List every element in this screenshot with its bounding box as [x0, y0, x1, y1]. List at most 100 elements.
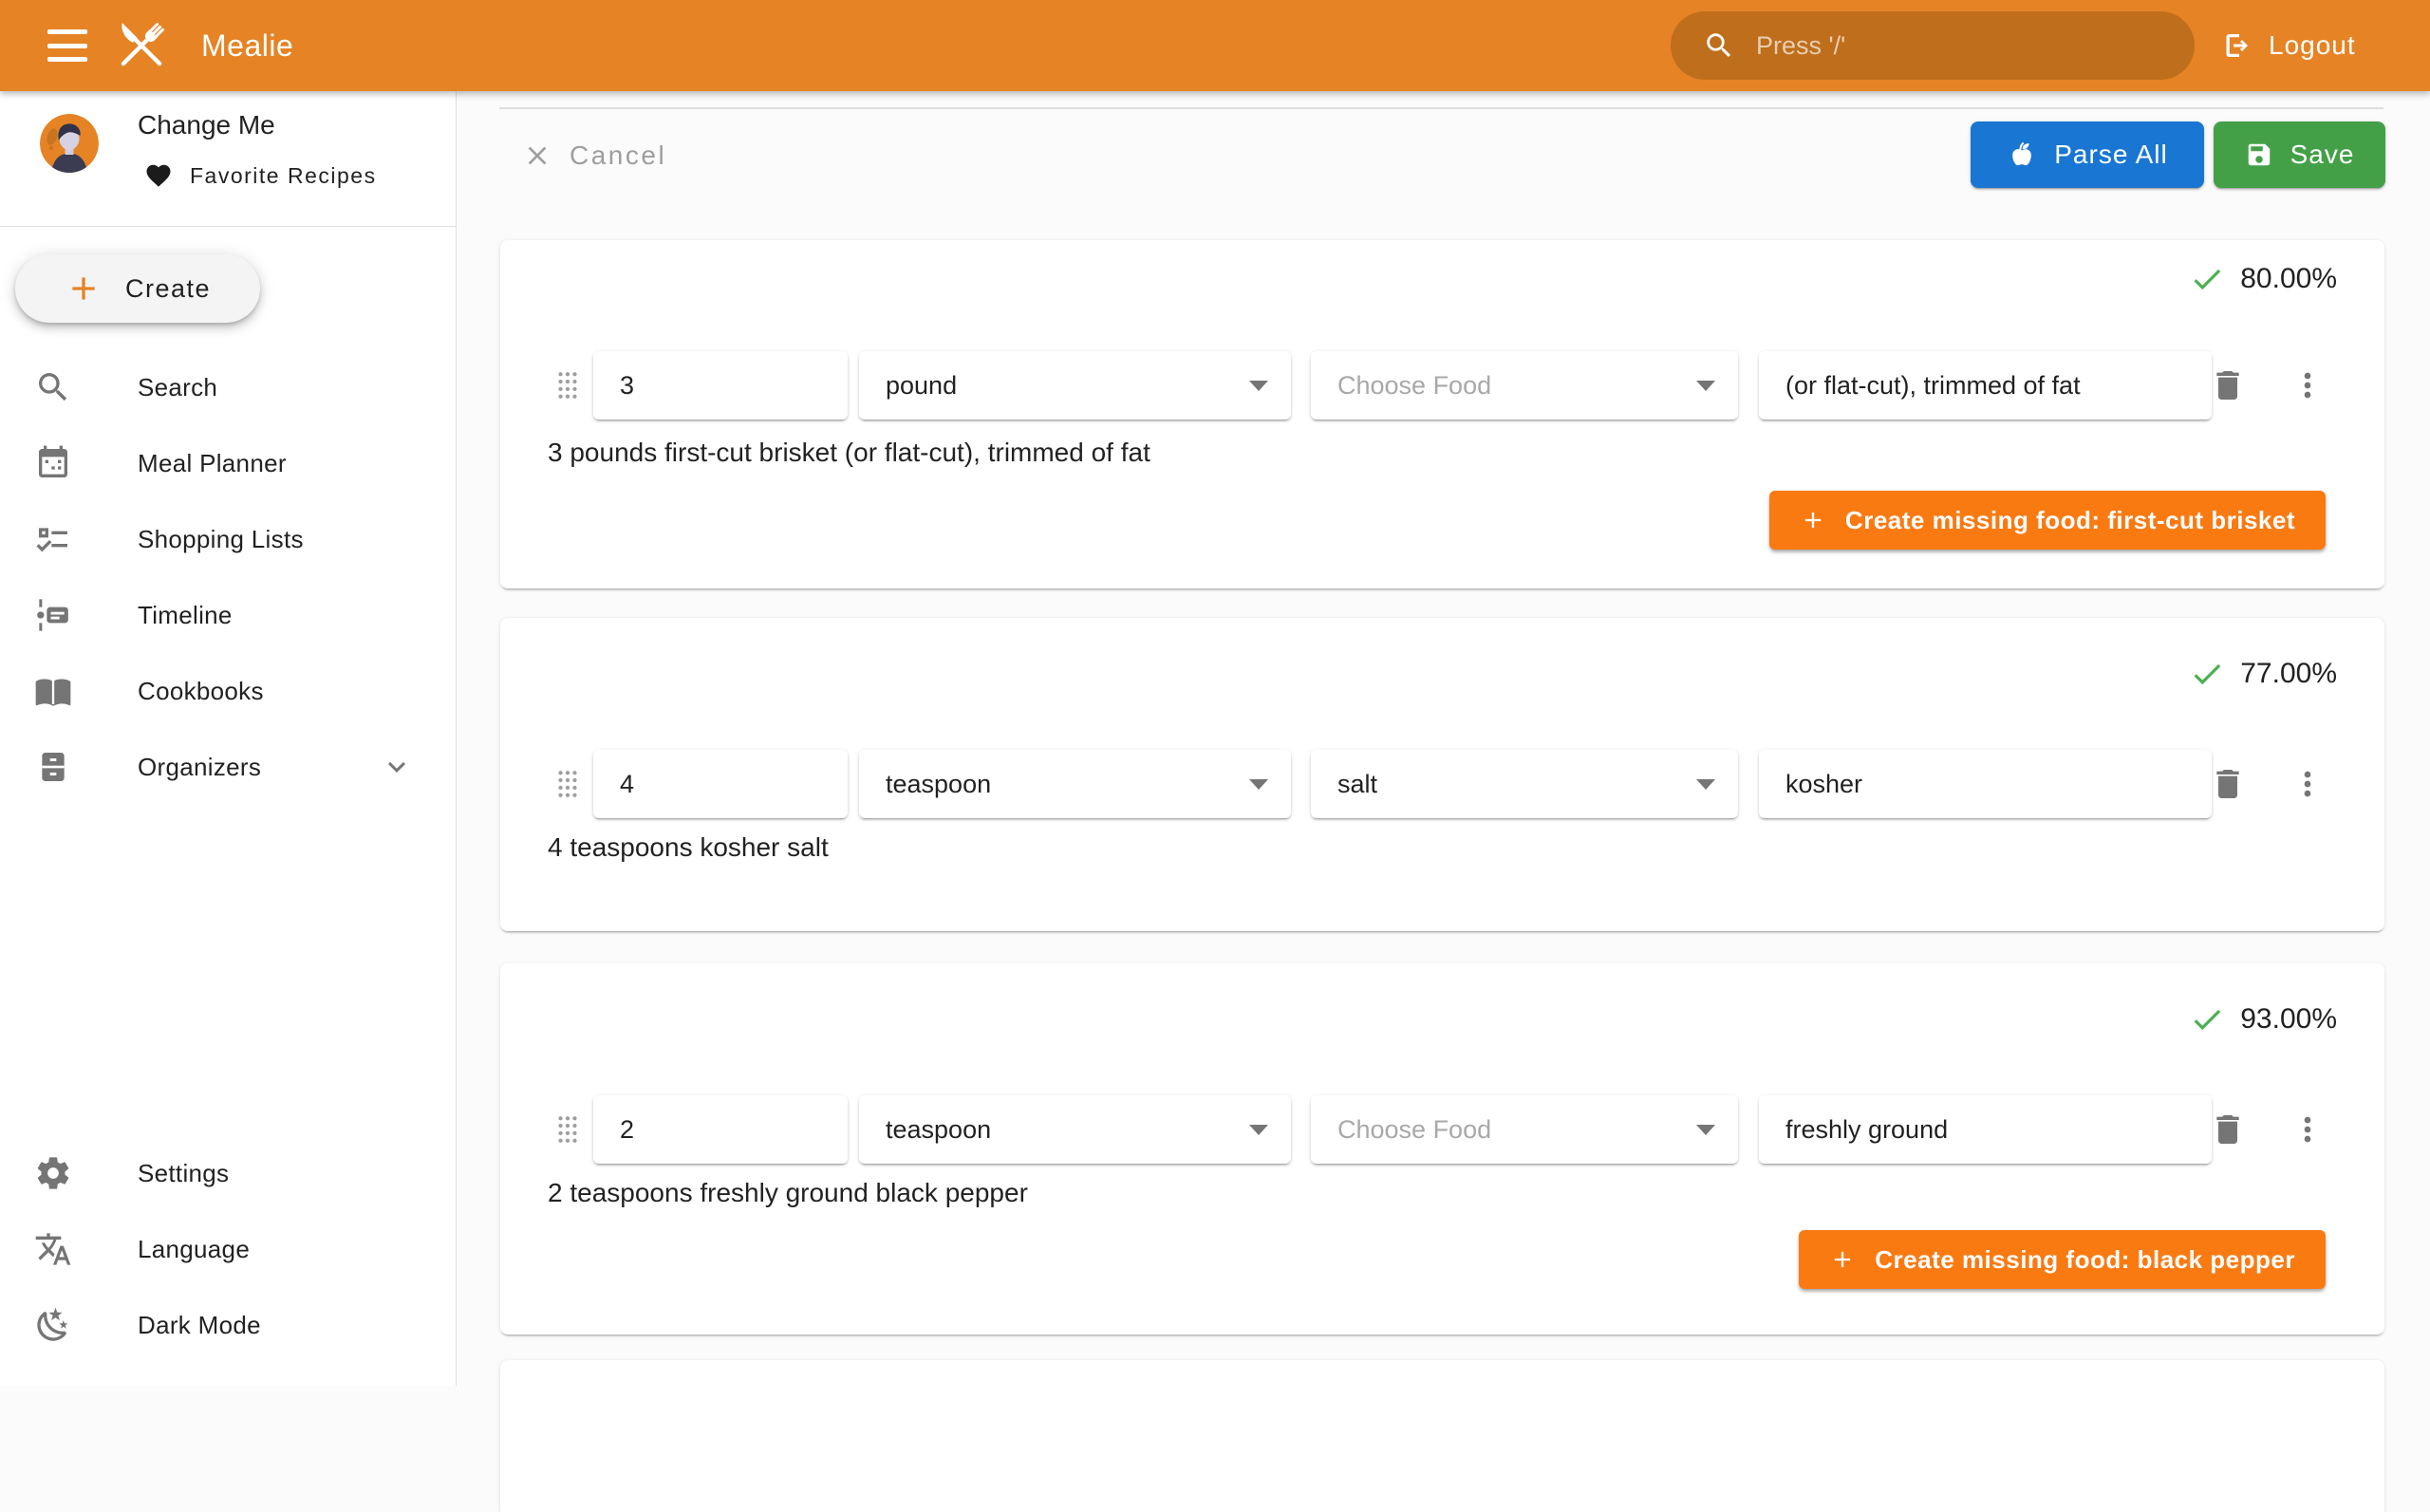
trash-icon[interactable] — [2209, 765, 2247, 803]
logout-button[interactable]: Logout — [2219, 0, 2356, 91]
unit-select[interactable]: teaspoon — [859, 1095, 1291, 1164]
apple-icon — [2007, 140, 2037, 170]
create-missing-food-label: Create missing food: black pepper — [1875, 1245, 2295, 1275]
sidebar-item-cookbooks[interactable]: Cookbooks — [0, 653, 456, 729]
ingredient-editor-row: pound Choose Food — [500, 351, 2384, 420]
food-placeholder: Choose Food — [1337, 371, 1491, 401]
sidebar-item-language[interactable]: Language — [0, 1211, 456, 1287]
note-input[interactable] — [1759, 750, 2212, 818]
create-button-label: Create — [125, 274, 211, 304]
logout-label: Logout — [2269, 30, 2356, 61]
hamburger-menu-icon[interactable] — [47, 29, 87, 62]
plus-icon — [1829, 1246, 1856, 1273]
quantity-input[interactable] — [593, 750, 848, 818]
plus-icon — [1800, 507, 1826, 533]
sidebar: Change Me Favorite Recipes Create Search… — [0, 91, 457, 1386]
ingredient-editor-row: teaspoon Choose Food — [500, 1095, 2384, 1164]
unit-value: teaspoon — [886, 1115, 991, 1145]
avatar[interactable] — [40, 114, 99, 173]
sidebar-item-label: Shopping Lists — [138, 525, 304, 554]
unit-value: pound — [886, 371, 957, 401]
sidebar-item-label: Organizers — [138, 753, 261, 782]
trash-icon[interactable] — [2209, 1111, 2247, 1148]
note-input[interactable] — [1759, 1095, 2212, 1164]
logout-icon — [2219, 28, 2253, 63]
check-icon — [2189, 261, 2225, 297]
drag-handle-icon[interactable] — [555, 370, 580, 401]
food-value: salt — [1337, 770, 1377, 799]
ingredient-card — [500, 1360, 2384, 1512]
sidebar-item-label: Language — [138, 1235, 250, 1264]
ingredient-parser-page: Cancel Parse All Save 80.00% pound Choos… — [456, 91, 2430, 1386]
calendar-icon — [34, 444, 72, 482]
sidebar-item-search[interactable]: Search — [0, 349, 456, 425]
book-icon — [34, 672, 72, 710]
original-ingredient-text: 4 teaspoons kosher salt — [548, 832, 829, 863]
cancel-button[interactable]: Cancel — [522, 121, 666, 190]
sidebar-item-label: Timeline — [138, 601, 233, 630]
food-select[interactable]: Choose Food — [1311, 1095, 1738, 1164]
kebab-menu-icon[interactable] — [2289, 765, 2327, 803]
note-input[interactable] — [1759, 351, 2212, 420]
moon-icon — [34, 1306, 72, 1344]
dropdown-arrow-icon — [1249, 381, 1268, 391]
save-icon — [2245, 140, 2273, 169]
create-button[interactable]: Create — [15, 254, 260, 323]
save-button[interactable]: Save — [2214, 121, 2385, 188]
search-icon — [1703, 29, 1735, 62]
app-title: Mealie — [201, 0, 293, 91]
sidebar-item-meal-planner[interactable]: Meal Planner — [0, 425, 456, 501]
confidence-value: 93.00% — [2240, 1003, 2337, 1036]
save-label: Save — [2290, 140, 2355, 170]
sidebar-nav: Search Meal Planner Shopping Lists Timel… — [0, 349, 456, 805]
confidence-value: 77.00% — [2240, 658, 2337, 690]
ingredient-editor-row: teaspoon salt — [500, 750, 2384, 818]
food-select[interactable]: Choose Food — [1311, 351, 1738, 420]
gear-icon — [34, 1154, 72, 1192]
drag-handle-icon[interactable] — [555, 1114, 580, 1145]
check-icon — [2189, 1001, 2225, 1037]
food-placeholder: Choose Food — [1337, 1115, 1491, 1145]
original-ingredient-text: 2 teaspoons freshly ground black pepper — [548, 1178, 1028, 1208]
create-missing-food-button[interactable]: Create missing food: first-cut brisket — [1769, 491, 2326, 550]
quantity-input[interactable] — [593, 1095, 848, 1164]
sidebar-footer: Settings Language Dark Mode — [0, 1135, 456, 1363]
favorite-recipes-link[interactable]: Favorite Recipes — [144, 161, 377, 190]
drag-handle-icon[interactable] — [555, 769, 580, 799]
check-icon — [2189, 656, 2225, 692]
cancel-label: Cancel — [570, 140, 666, 171]
close-icon — [522, 140, 552, 171]
ingredient-card: 77.00% teaspoon salt 4 teaspoons kosher … — [500, 618, 2384, 931]
parse-all-label: Parse All — [2054, 140, 2168, 170]
sidebar-item-organizers[interactable]: Organizers — [0, 729, 456, 805]
food-select[interactable]: salt — [1311, 750, 1738, 818]
sidebar-item-label: Search — [138, 373, 217, 402]
sidebar-item-timeline[interactable]: Timeline — [0, 577, 456, 653]
unit-select[interactable]: teaspoon — [859, 750, 1291, 818]
parse-all-button[interactable]: Parse All — [1971, 121, 2204, 188]
sidebar-item-shopping-lists[interactable]: Shopping Lists — [0, 501, 456, 577]
quantity-input[interactable] — [593, 351, 848, 420]
create-missing-food-button[interactable]: Create missing food: black pepper — [1799, 1230, 2326, 1289]
sidebar-item-settings[interactable]: Settings — [0, 1135, 456, 1211]
kebab-menu-icon[interactable] — [2289, 366, 2327, 404]
dropdown-arrow-icon — [1696, 1125, 1715, 1135]
timeline-icon — [34, 596, 72, 634]
cabinet-icon — [34, 748, 72, 786]
sidebar-item-dark-mode[interactable]: Dark Mode — [0, 1287, 456, 1363]
dropdown-arrow-icon — [1696, 779, 1715, 790]
plus-icon — [65, 270, 103, 308]
unit-select[interactable]: pound — [859, 351, 1291, 420]
trash-icon[interactable] — [2209, 366, 2247, 404]
mealie-logo-icon — [108, 12, 175, 79]
sidebar-item-label: Meal Planner — [138, 449, 287, 478]
confidence-indicator: 77.00% — [2189, 656, 2337, 692]
translate-icon — [34, 1230, 72, 1268]
confidence-indicator: 93.00% — [2189, 1001, 2337, 1037]
favorite-recipes-label: Favorite Recipes — [190, 163, 377, 189]
checklist-icon — [34, 520, 72, 558]
unit-value: teaspoon — [886, 770, 991, 799]
ingredient-card: 80.00% pound Choose Food 3 pounds first-… — [500, 240, 2384, 588]
kebab-menu-icon[interactable] — [2289, 1111, 2327, 1148]
search-input[interactable] — [1754, 30, 2185, 62]
